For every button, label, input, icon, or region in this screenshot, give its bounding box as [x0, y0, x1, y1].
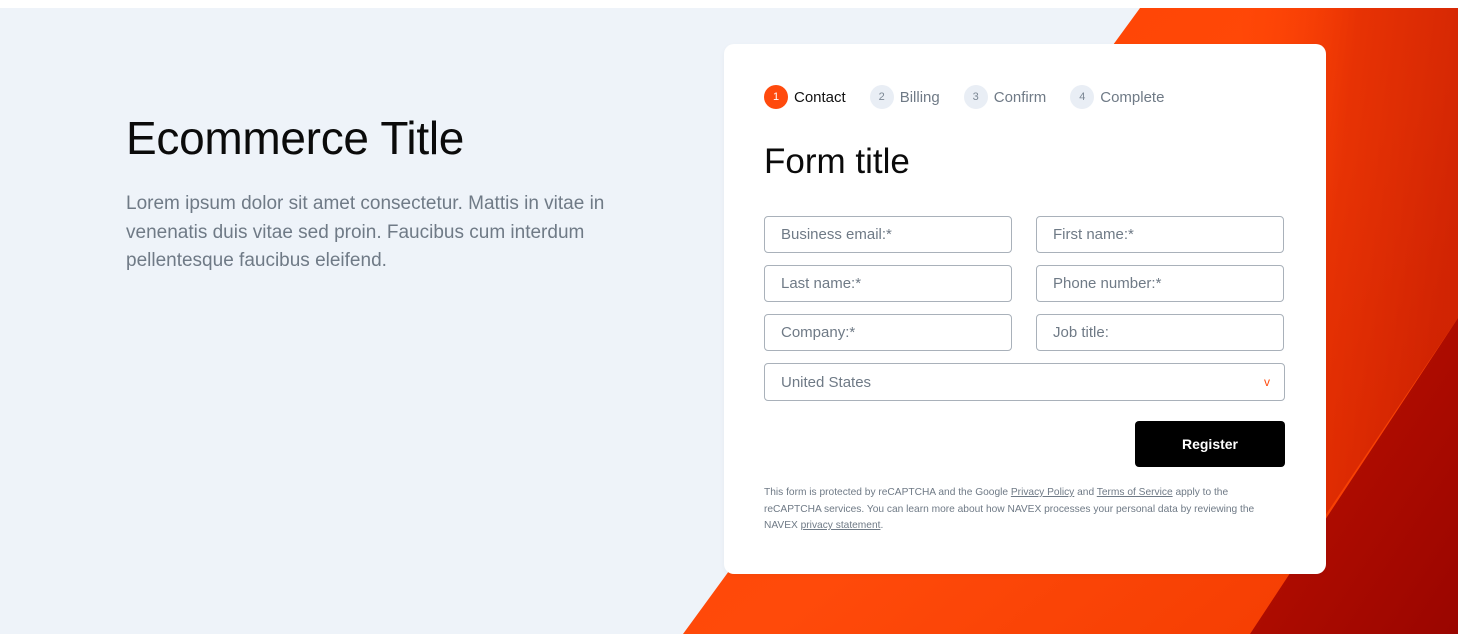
phone-field-wrapper — [1036, 265, 1284, 302]
country-select-value: United States — [781, 373, 872, 391]
chevron-down-icon: v — [1264, 375, 1270, 389]
job-title-field-wrapper — [1036, 314, 1284, 351]
step-label: Billing — [899, 88, 940, 106]
legal-text: This form is protected by reCAPTCHA and … — [764, 487, 1011, 498]
company-field[interactable] — [765, 315, 1011, 350]
step-number: 4 — [1070, 85, 1095, 109]
register-button[interactable]: Register — [1135, 421, 1285, 467]
step-contact[interactable]: 1 Contact — [764, 85, 846, 109]
country-select[interactable]: United States v — [764, 363, 1285, 401]
page-background: Ecommerce Title Lorem ipsum dolor sit am… — [0, 8, 1458, 634]
step-number: 2 — [869, 85, 894, 109]
company-field-wrapper — [764, 314, 1012, 351]
first-name-field[interactable] — [1037, 217, 1283, 252]
job-title-field[interactable] — [1037, 315, 1283, 350]
step-complete[interactable]: 4 Complete — [1070, 85, 1164, 109]
stepper: 1 Contact 2 Billing 3 Confirm 4 Complete — [764, 85, 1188, 109]
step-number: 3 — [963, 85, 988, 109]
last-name-field-wrapper — [764, 265, 1012, 302]
page-title: Ecommerce Title — [126, 112, 465, 164]
hero: Ecommerce Title Lorem ipsum dolor sit am… — [126, 112, 626, 276]
hero-description: Lorem ipsum dolor sit amet consectetur. … — [126, 193, 605, 271]
recaptcha-notice: This form is protected by reCAPTCHA and … — [764, 485, 1288, 535]
step-label: Contact — [794, 88, 846, 106]
business-email-field-wrapper — [764, 216, 1012, 253]
step-label: Confirm — [993, 88, 1047, 106]
step-billing[interactable]: 2 Billing — [869, 85, 940, 109]
business-email-field[interactable] — [765, 217, 1011, 252]
step-number: 1 — [764, 85, 788, 109]
phone-number-field[interactable] — [1037, 266, 1283, 301]
registration-card: 1 Contact 2 Billing 3 Confirm 4 Complete… — [724, 44, 1326, 574]
last-name-field[interactable] — [765, 266, 1011, 301]
first-name-field-wrapper — [1036, 216, 1284, 253]
legal-text: and — [1074, 487, 1097, 498]
form-title: Form title — [764, 142, 910, 181]
privacy-statement-link[interactable]: privacy statement — [801, 520, 881, 531]
step-confirm[interactable]: 3 Confirm — [963, 85, 1047, 109]
step-label: Complete — [1100, 88, 1165, 106]
privacy-policy-link[interactable]: Privacy Policy — [1011, 487, 1074, 498]
terms-of-service-link[interactable]: Terms of Service — [1097, 487, 1173, 498]
legal-text: . — [880, 520, 884, 531]
